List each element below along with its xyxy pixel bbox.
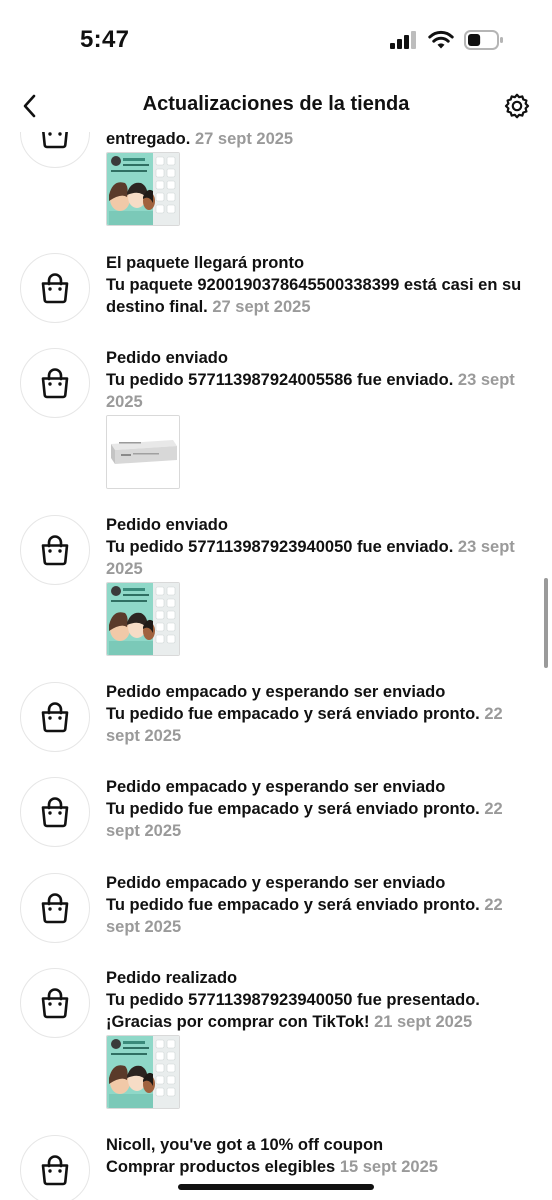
settings-button[interactable] [502, 91, 532, 121]
update-body: Tu pedido 577113987924005586 fue enviado… [106, 369, 536, 413]
scrollbar[interactable] [544, 578, 548, 668]
update-title: El paquete llegará pronto [106, 254, 305, 272]
update-date: 27 sept 2025 [194, 130, 294, 148]
store-avatar [20, 968, 90, 1038]
update-text: Pedido realizado Tu pedido 57711398792394… [106, 967, 536, 1033]
acne-patch-product-image [107, 1036, 179, 1108]
update-message: Tu paquete 9200190378645500338399 está c… [106, 276, 522, 316]
status-icons [390, 30, 504, 50]
shopping-bag-icon [41, 702, 69, 733]
update-text: Pedido empacado y esperando ser enviado T… [106, 776, 536, 842]
store-avatar [20, 873, 90, 943]
acne-patch-product-image [107, 583, 179, 655]
update-body: Tu paquete 9200190378645500338399 está c… [106, 274, 536, 318]
update-date: 15 sept 2025 [339, 1158, 438, 1176]
status-bar: 5:47 [0, 0, 552, 80]
update-text: Pedido enviado Tu pedido 5771139879239400… [106, 514, 536, 580]
home-indicator[interactable] [178, 1184, 374, 1190]
update-message: Tu pedido fue empacado y será enviado pr… [106, 800, 480, 818]
status-time: 5:47 [80, 26, 130, 53]
update-text: Pedido empacado y esperando ser enviado T… [106, 872, 536, 938]
product-thumbnail[interactable] [106, 152, 180, 226]
shopping-bag-icon [41, 988, 69, 1019]
update-message: Comprar productos elegibles [106, 1158, 336, 1176]
update-title: Pedido enviado [106, 349, 228, 367]
store-updates-feed[interactable]: entregado. 27 sept 2025 El paquete llegar… [0, 124, 552, 1200]
update-title: Pedido empacado y esperando ser enviado [106, 683, 446, 701]
store-avatar [20, 515, 90, 585]
update-body: Comprar productos elegibles 15 sept 2025 [106, 1156, 536, 1178]
store-avatar [20, 1135, 90, 1200]
update-message: Tu pedido fue empacado y será enviado pr… [106, 896, 480, 914]
product-box-image [107, 416, 179, 488]
battery-icon [464, 30, 503, 50]
acne-patch-product-image [107, 153, 179, 225]
update-message: Tu pedido fue empacado y será enviado pr… [106, 705, 480, 723]
shopping-bag-icon [41, 797, 69, 828]
update-body: Tu pedido 577113987923940050 fue present… [106, 989, 536, 1033]
shopping-bag-icon [41, 535, 69, 566]
cellular-signal-icon [390, 31, 416, 49]
update-text: Pedido empacado y esperando ser enviado T… [106, 681, 536, 747]
update-body: Tu pedido fue empacado y será enviado pr… [106, 798, 536, 842]
store-avatar [20, 348, 90, 418]
update-date: 27 sept 2025 [212, 298, 311, 316]
store-avatar [20, 777, 90, 847]
update-title: Nicoll, you've got a 10% off coupon [106, 1136, 384, 1154]
product-thumbnail[interactable] [106, 415, 180, 489]
update-title: Pedido empacado y esperando ser enviado [106, 874, 446, 892]
update-message: Tu pedido 577113987924005586 fue enviado… [106, 371, 454, 389]
store-avatar [20, 682, 90, 752]
update-title: Pedido realizado [106, 969, 238, 987]
update-message: Tu pedido 577113987923940050 fue enviado… [106, 538, 454, 556]
shopping-bag-icon [41, 1155, 69, 1186]
update-text: El paquete llegará pronto Tu paquete 9200… [106, 252, 536, 318]
gear-icon [504, 93, 530, 119]
update-text: Pedido enviado Tu pedido 5771139879240055… [106, 347, 536, 413]
update-text: Nicoll, you've got a 10% off coupon Compr… [106, 1134, 536, 1178]
page-title: Actualizaciones de la tienda [142, 93, 410, 115]
update-message: entregado. [106, 130, 191, 148]
shopping-bag-icon [41, 893, 69, 924]
update-body: Tu pedido fue empacado y será enviado pr… [106, 894, 536, 938]
update-body: Tu pedido 577113987923940050 fue enviado… [106, 536, 536, 580]
store-avatar [20, 253, 90, 323]
update-body: Tu pedido fue empacado y será enviado pr… [106, 703, 536, 747]
wifi-icon [428, 30, 454, 49]
nav-bar: Actualizaciones de la tienda [0, 80, 552, 132]
shopping-bag-icon [41, 368, 69, 399]
update-title: Pedido enviado [106, 516, 228, 534]
shopping-bag-icon [41, 273, 69, 304]
product-thumbnail[interactable] [106, 582, 180, 656]
product-thumbnail[interactable] [106, 1035, 180, 1109]
update-date: 21 sept 2025 [374, 1013, 473, 1031]
update-title: Pedido empacado y esperando ser enviado [106, 778, 446, 796]
